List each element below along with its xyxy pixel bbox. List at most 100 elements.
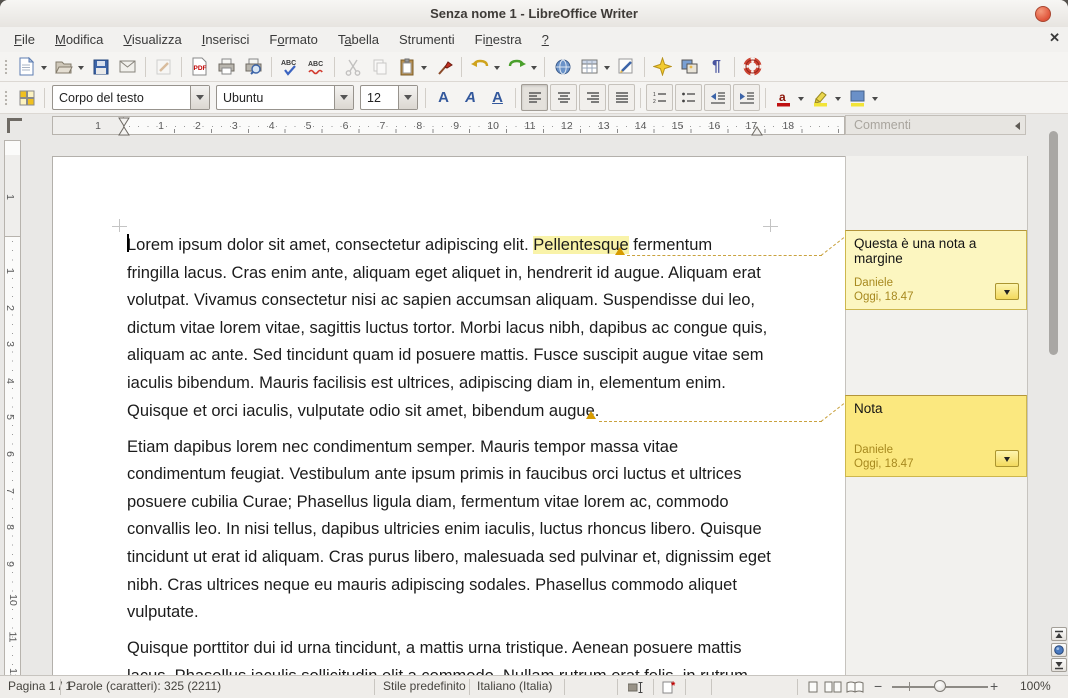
menu-file[interactable]: File bbox=[4, 29, 45, 50]
text-line[interactable]: condimentum feugiat. Vestibulum ante ips… bbox=[127, 461, 772, 489]
navigator-button[interactable] bbox=[649, 53, 676, 80]
zoom-in-button[interactable]: + bbox=[990, 676, 998, 697]
navigate-by-button[interactable] bbox=[1051, 643, 1067, 657]
insert-hyperlink-button[interactable] bbox=[549, 53, 576, 80]
underline-button[interactable]: A bbox=[484, 84, 511, 111]
paste-dropdown[interactable] bbox=[421, 66, 427, 73]
open-button[interactable] bbox=[50, 53, 77, 80]
formatting-marks-button[interactable]: ¶ bbox=[703, 53, 730, 80]
undo-dropdown[interactable] bbox=[494, 66, 500, 73]
clone-formatting-button[interactable] bbox=[430, 53, 457, 80]
menu-formato[interactable]: Formato bbox=[259, 29, 327, 50]
decrease-indent-button[interactable] bbox=[704, 84, 731, 111]
highlighting-dropdown[interactable] bbox=[835, 97, 841, 104]
export-pdf-button[interactable]: PDF bbox=[186, 53, 213, 80]
font-size-dropdown[interactable] bbox=[398, 86, 417, 109]
font-color-button[interactable]: a bbox=[770, 84, 797, 111]
menu-tabella[interactable]: Tabella bbox=[328, 29, 389, 50]
highlighting-color-button[interactable] bbox=[807, 84, 834, 111]
email-button[interactable] bbox=[114, 53, 141, 80]
justify-button[interactable] bbox=[608, 84, 635, 111]
text-line[interactable]: aliquam ac ante. Sed tincidunt quam id p… bbox=[127, 342, 772, 370]
zoom-out-button[interactable]: − bbox=[874, 676, 882, 697]
paragraph[interactable]: Quisque porttitor dui id urna tincidunt,… bbox=[127, 635, 772, 676]
next-page-button[interactable] bbox=[1051, 658, 1067, 672]
document-modified-icon[interactable]: * bbox=[662, 680, 678, 694]
menu-modifica[interactable]: Modifica bbox=[45, 29, 113, 50]
book-view-button[interactable] bbox=[846, 681, 864, 693]
paragraph-style-grid-icon[interactable] bbox=[13, 84, 40, 111]
note-text[interactable]: Questa è una nota a margine bbox=[854, 236, 1018, 266]
paragraph[interactable]: Lorem ipsum dolor sit amet, consectetur … bbox=[127, 232, 772, 425]
text-line[interactable]: vulputate. bbox=[127, 599, 772, 627]
print-button[interactable] bbox=[213, 53, 240, 80]
tab-stop-selector-icon[interactable] bbox=[7, 118, 22, 133]
zoom-slider-handle[interactable] bbox=[934, 680, 946, 692]
unordered-list-button[interactable] bbox=[675, 84, 702, 111]
paragraph[interactable]: Etiam dapibus lorem nec condimentum semp… bbox=[127, 434, 772, 627]
font-name-combo[interactable]: Ubuntu bbox=[216, 85, 354, 110]
paragraph-background-dropdown[interactable] bbox=[872, 97, 878, 104]
text-line[interactable]: fringilla lacus. Cras enim ante, aliquam… bbox=[127, 260, 772, 288]
save-button[interactable] bbox=[87, 53, 114, 80]
margin-note-2[interactable]: Nota Daniele Oggi, 18.47 bbox=[845, 395, 1027, 477]
text-line[interactable]: Etiam dapibus lorem nec condimentum semp… bbox=[127, 434, 772, 462]
open-dropdown[interactable] bbox=[78, 66, 84, 73]
comment-anchor-icon[interactable] bbox=[586, 411, 596, 419]
font-name-value[interactable]: Ubuntu bbox=[217, 91, 334, 105]
document-text[interactable]: Lorem ipsum dolor sit amet, consectetur … bbox=[127, 232, 772, 676]
text-line[interactable]: iaculis bibendum. Mauris facilisis est u… bbox=[127, 370, 772, 398]
text-line[interactable]: tincidunt ut erat id aliquam. Cras purus… bbox=[127, 544, 772, 572]
toolbar-grip[interactable] bbox=[2, 89, 11, 107]
text-line[interactable]: convallis leo. In nisi tellus, dapibus u… bbox=[127, 516, 772, 544]
menu-visualizza[interactable]: Visualizza bbox=[113, 29, 191, 50]
menu-?[interactable]: ? bbox=[532, 29, 559, 50]
paste-button[interactable] bbox=[393, 53, 420, 80]
paragraph-background-button[interactable] bbox=[844, 84, 871, 111]
previous-page-button[interactable] bbox=[1051, 627, 1067, 641]
font-name-dropdown[interactable] bbox=[334, 86, 353, 109]
gallery-button[interactable] bbox=[676, 53, 703, 80]
horizontal-ruler[interactable]: 1123456789101112131415161718 bbox=[52, 116, 845, 135]
print-preview-button[interactable] bbox=[240, 53, 267, 80]
ordered-list-button[interactable]: 12 bbox=[646, 84, 673, 111]
show-draw-functions-button[interactable] bbox=[613, 53, 640, 80]
word-count[interactable]: Parole (caratteri): 325 (2211) bbox=[68, 676, 221, 697]
comment-anchor-icon[interactable] bbox=[615, 247, 625, 255]
align-left-button[interactable] bbox=[521, 84, 548, 111]
comments-ruler-button[interactable]: Commenti bbox=[845, 115, 1026, 135]
font-size-combo[interactable]: 12 bbox=[360, 85, 418, 110]
redo-button[interactable] bbox=[503, 53, 530, 80]
help-button[interactable] bbox=[739, 53, 766, 80]
text-line[interactable]: nibh. Cras ultrices neque eu mauris adip… bbox=[127, 572, 772, 600]
text-line[interactable]: volutpat. Vivamus consectetur nisi ac sa… bbox=[127, 287, 772, 315]
zoom-level[interactable]: 100% bbox=[1020, 676, 1051, 697]
new-document-button[interactable] bbox=[13, 53, 40, 80]
text-line[interactable]: Quisque porttitor dui id urna tincidunt,… bbox=[127, 635, 772, 663]
note-text[interactable]: Nota bbox=[854, 401, 1018, 416]
insert-table-button[interactable] bbox=[576, 53, 603, 80]
insert-table-dropdown[interactable] bbox=[604, 66, 610, 73]
multi-page-view-button[interactable] bbox=[824, 681, 842, 693]
single-page-view-button[interactable] bbox=[808, 681, 818, 693]
paragraph-style-combo[interactable]: Corpo del testo bbox=[52, 85, 210, 110]
italic-button[interactable]: A bbox=[457, 84, 484, 111]
menu-finestra[interactable]: Finestra bbox=[465, 29, 532, 50]
margin-note-1[interactable]: Questa è una nota a margine Daniele Oggi… bbox=[845, 230, 1027, 310]
paragraph-style-value[interactable]: Corpo del testo bbox=[53, 91, 190, 105]
close-document-icon[interactable]: ✕ bbox=[1049, 30, 1060, 46]
font-size-value[interactable]: 12 bbox=[361, 91, 398, 105]
note-menu-button[interactable] bbox=[995, 450, 1019, 467]
bold-button[interactable]: A bbox=[430, 84, 457, 111]
auto-spellcheck-button[interactable]: ABC bbox=[303, 53, 330, 80]
new-document-dropdown[interactable] bbox=[41, 66, 47, 73]
align-center-button[interactable] bbox=[550, 84, 577, 111]
spelling-button[interactable]: ABC bbox=[276, 53, 303, 80]
page-style[interactable]: Stile predefinito bbox=[383, 676, 466, 697]
selection-mode-icon[interactable] bbox=[628, 682, 644, 693]
text-language[interactable]: Italiano (Italia) bbox=[477, 676, 552, 697]
text-line[interactable]: posuere cubilia Curae; Phasellus ligula … bbox=[127, 489, 772, 517]
menu-strumenti[interactable]: Strumenti bbox=[389, 29, 465, 50]
vertical-scrollbar[interactable] bbox=[1049, 131, 1058, 355]
toolbar-grip[interactable] bbox=[2, 58, 11, 76]
